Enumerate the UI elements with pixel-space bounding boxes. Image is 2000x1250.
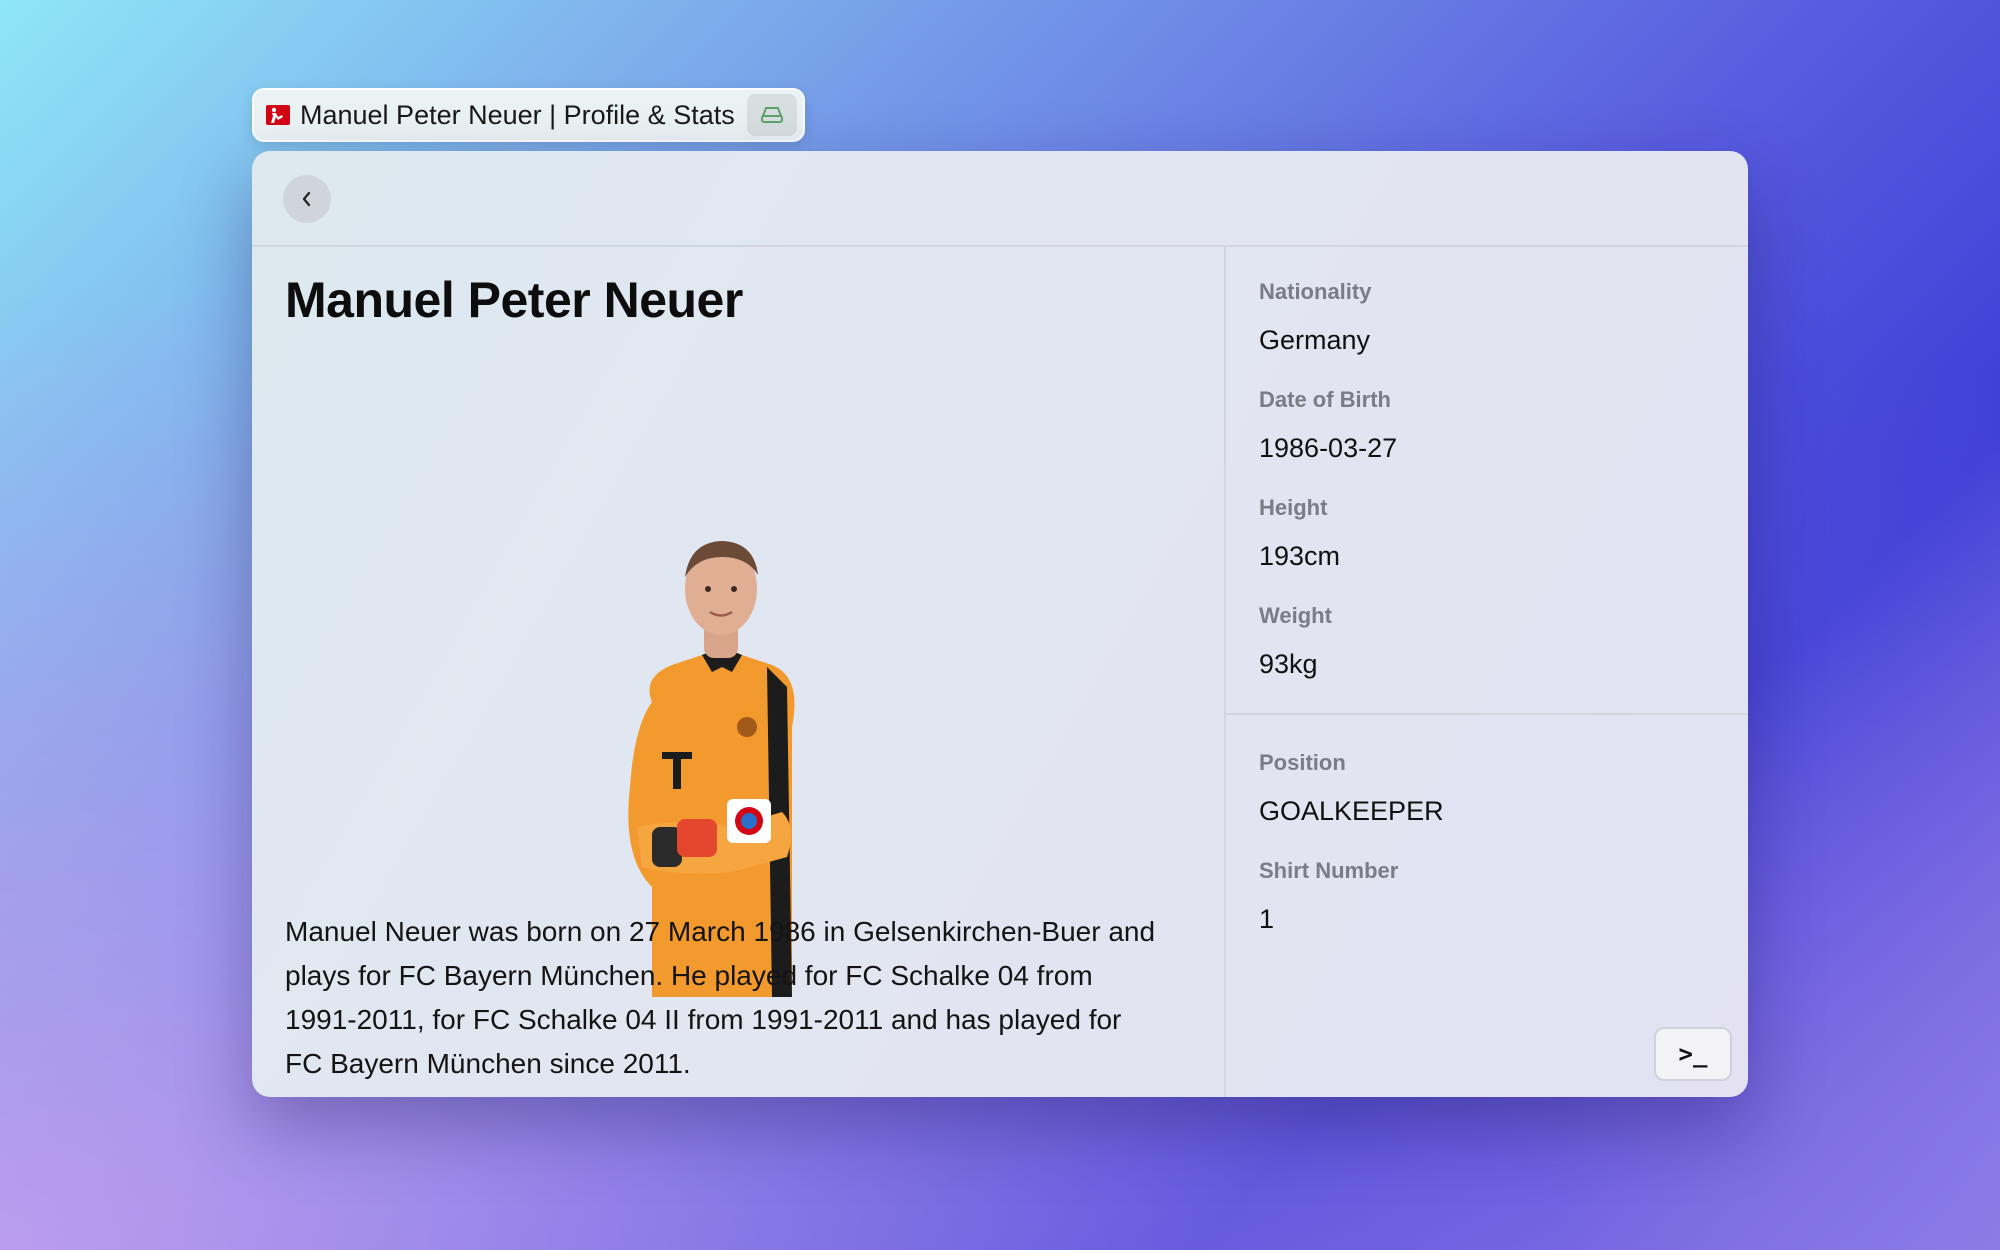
drive-button[interactable] xyxy=(746,94,797,136)
nationality-label: Nationality xyxy=(1259,279,1372,304)
window-title-pill: Manuel Peter Neuer | Profile & Stats xyxy=(252,88,805,142)
position-field: Position GOALKEEPER xyxy=(1259,750,1444,827)
shirt-number-field: Shirt Number 1 xyxy=(1259,858,1398,935)
position-value: GOALKEEPER xyxy=(1259,796,1444,826)
shirt-number-value: 1 xyxy=(1259,904,1275,934)
shirt-number-label: Shirt Number xyxy=(1259,858,1399,883)
terminal-button[interactable]: >_ xyxy=(1654,1027,1732,1081)
player-details: Nationality Germany Date of Birth 1986-0… xyxy=(1226,247,1748,1097)
player-bio: Manuel Neuer was born on 27 March 1986 i… xyxy=(285,916,1156,1079)
toolbar xyxy=(252,151,1748,247)
terminal-icon: >_ xyxy=(1678,1040,1708,1068)
weight-field: Weight 93kg xyxy=(1259,603,1332,680)
profile-main: Manuel Peter Neuer Manuel Neuer was born… xyxy=(252,247,1224,1097)
drive-icon xyxy=(760,107,783,123)
height-value: 193cm xyxy=(1259,541,1341,571)
profile-window: Manuel Peter Neuer Manuel Neuer was born… xyxy=(252,151,1748,1097)
player-name: Manuel Peter Neuer xyxy=(285,272,743,328)
nationality-field: Nationality Germany xyxy=(1259,279,1371,356)
back-button[interactable] xyxy=(283,175,331,223)
height-label: Height xyxy=(1259,495,1328,520)
bundesliga-logo-icon xyxy=(266,105,290,125)
chevron-left-icon xyxy=(302,191,311,207)
weight-label: Weight xyxy=(1259,603,1332,628)
height-field: Height 193cm xyxy=(1259,495,1340,572)
dob-label: Date of Birth xyxy=(1259,387,1391,412)
window-title: Manuel Peter Neuer | Profile & Stats xyxy=(300,99,735,130)
position-label: Position xyxy=(1259,750,1346,775)
weight-value: 93kg xyxy=(1259,649,1318,679)
section-divider xyxy=(1226,713,1748,715)
dob-value: 1986-03-27 xyxy=(1259,433,1398,463)
nationality-value: Germany xyxy=(1259,325,1371,355)
dob-field: Date of Birth 1986-03-27 xyxy=(1259,387,1397,464)
